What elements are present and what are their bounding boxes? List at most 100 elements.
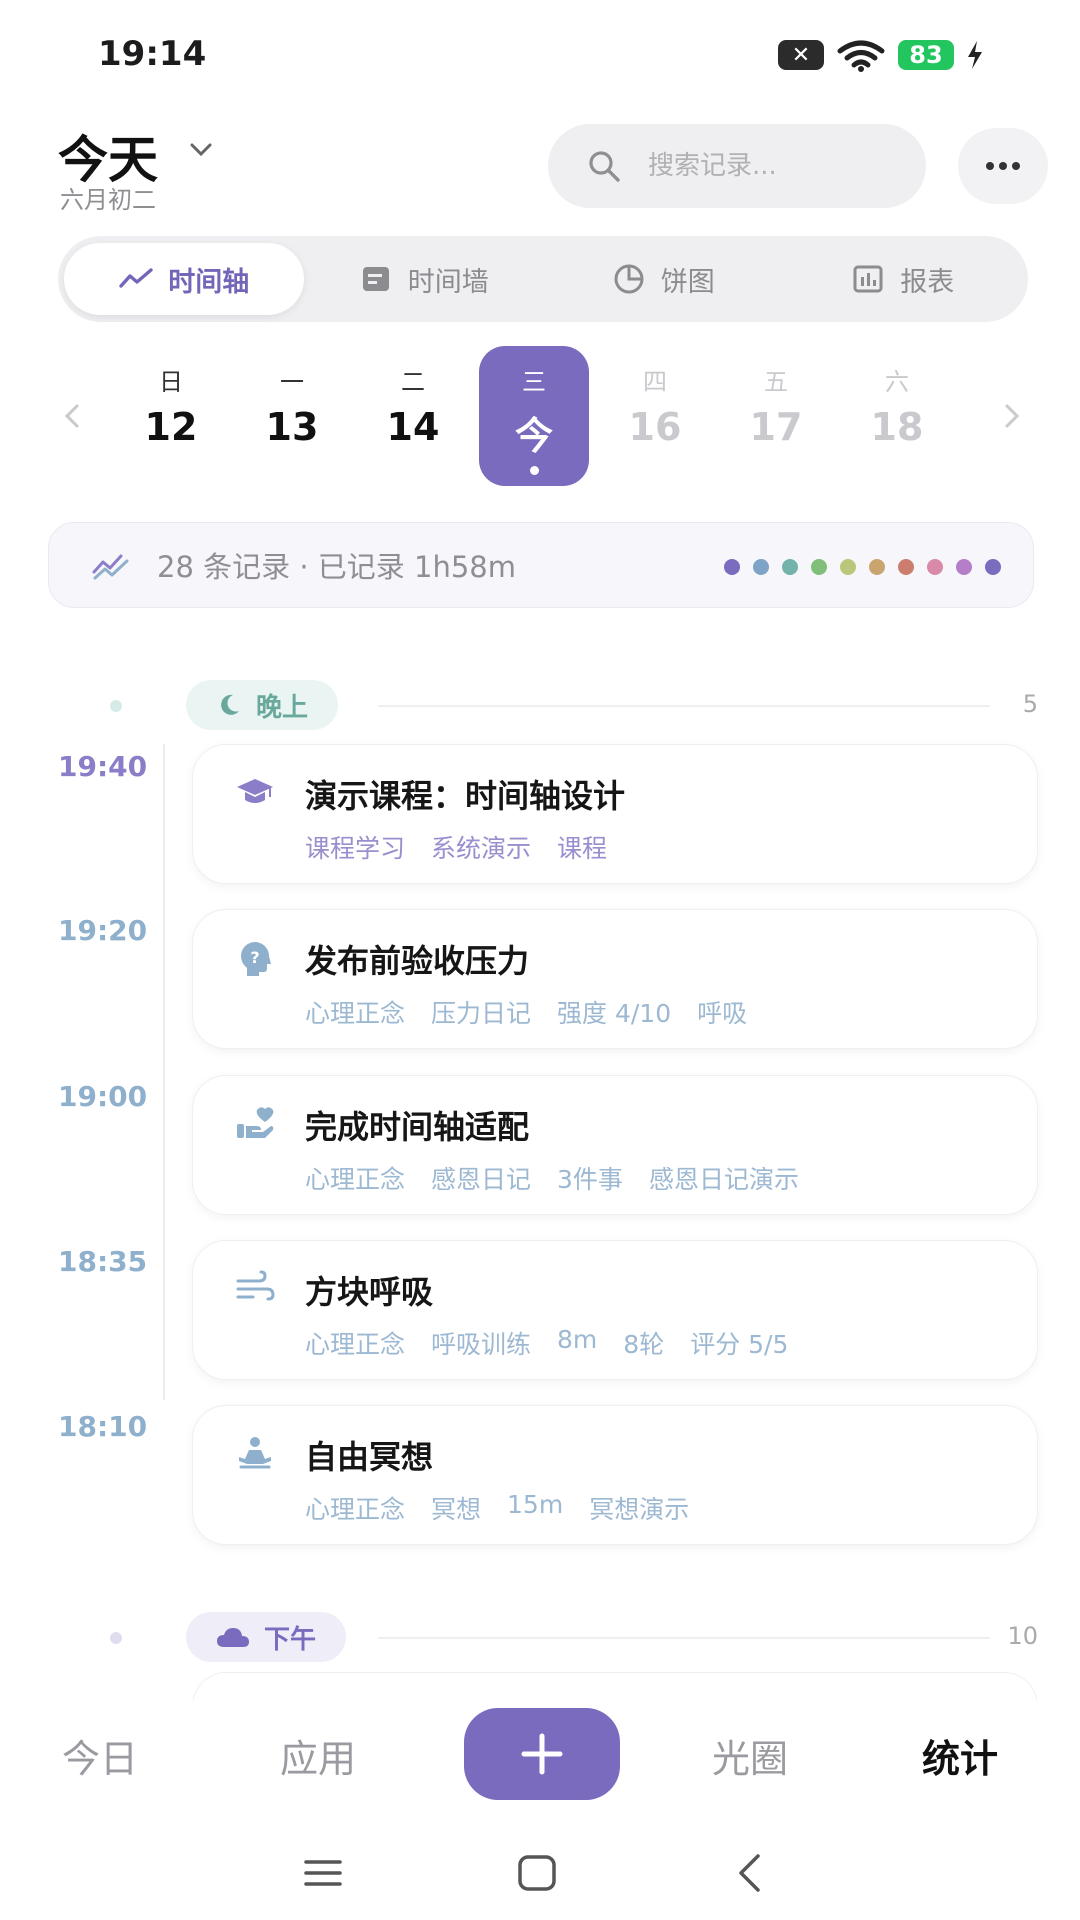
- tag: 心理正念: [305, 1165, 406, 1194]
- notification-x-icon: ✕: [778, 40, 824, 70]
- category-dot: [811, 559, 827, 575]
- day-monday[interactable]: 一 13: [237, 346, 347, 486]
- summary-text: 28 条记录 · 已记录 1h58m: [157, 550, 516, 584]
- plus-icon: [521, 1733, 563, 1775]
- day-of-week: 一: [280, 368, 304, 396]
- section-label: 下午: [264, 1624, 317, 1655]
- chevron-down-icon[interactable]: [188, 136, 214, 162]
- more-button[interactable]: [958, 128, 1048, 204]
- home-icon[interactable]: [512, 1848, 562, 1898]
- entry-tags: 课程学习 系统演示 课程: [305, 829, 607, 865]
- day-thursday[interactable]: 四 16: [600, 346, 710, 486]
- category-dot: [956, 559, 972, 575]
- day-tuesday[interactable]: 二 14: [358, 346, 468, 486]
- tag: 冥想演示: [589, 1495, 690, 1524]
- day-saturday[interactable]: 六 18: [842, 346, 952, 486]
- charging-icon: [968, 41, 982, 69]
- timeline-line: [163, 744, 165, 1400]
- today-dot: [529, 466, 539, 475]
- tag: 感恩日记: [431, 1165, 532, 1194]
- day-of-week: 四: [643, 368, 667, 396]
- tag: 8m: [557, 1325, 598, 1354]
- day-of-week: 六: [885, 368, 909, 396]
- wind-icon: [236, 1270, 275, 1301]
- bottom-nav: 今日 应用 光圈 统计: [0, 1700, 1080, 1810]
- entry-title: 自由冥想: [305, 1438, 434, 1476]
- search-bar[interactable]: [548, 124, 926, 208]
- tag: 系统演示: [431, 834, 532, 863]
- nav-today[interactable]: 今日: [62, 1728, 138, 1783]
- view-tabs: 时间轴 时间墙 饼图 报表: [58, 236, 1028, 322]
- back-icon[interactable]: [726, 1848, 776, 1898]
- day-number: 18: [870, 405, 924, 449]
- nav-apps[interactable]: 应用: [280, 1728, 356, 1783]
- tab-report[interactable]: 报表: [783, 243, 1023, 315]
- entry-time: 19:20: [58, 914, 148, 947]
- divider: [378, 1637, 990, 1639]
- category-dot: [782, 559, 798, 575]
- battery-level: 83: [909, 41, 943, 69]
- svg-text:?: ?: [250, 948, 259, 967]
- summary-bar: 28 条记录 · 已记录 1h58m: [48, 522, 1034, 608]
- timeline-screen: 19:14 ✕ 83 今天 六月初二 时间轴 时间墙 饼图: [0, 0, 1080, 1920]
- tag: 心理正念: [305, 1330, 406, 1359]
- tag: 心理正念: [305, 1495, 406, 1524]
- entry-time: 19:00: [58, 1080, 148, 1113]
- tab-label: 饼图: [660, 266, 715, 298]
- entry-time: 19:40: [58, 750, 148, 783]
- section-evening-pill[interactable]: 晚上: [186, 680, 339, 730]
- bar-report-icon: [853, 265, 883, 293]
- day-of-week: 三: [522, 368, 546, 396]
- entry-tags: 心理正念 压力日记 强度 4/10 呼吸: [305, 994, 747, 1030]
- tab-label: 报表: [900, 266, 955, 298]
- day-wednesday-today[interactable]: 三今: [479, 346, 589, 486]
- chevron-right-icon[interactable]: [998, 396, 1026, 436]
- system-nav-bar: [0, 1830, 1080, 1920]
- more-dots-icon: [986, 162, 1020, 170]
- entry-card[interactable]: ? 发布前验收压力 心理正念 压力日记 强度 4/10 呼吸: [192, 909, 1038, 1049]
- day-number: 今: [514, 414, 553, 458]
- day-friday[interactable]: 五 17: [721, 346, 831, 486]
- entry-tags: 心理正念 感恩日记 3件事 感恩日记演示: [305, 1160, 799, 1196]
- day-of-week: 五: [764, 368, 788, 396]
- notes-icon: [362, 267, 389, 291]
- menu-icon[interactable]: [298, 1848, 348, 1898]
- add-record-button[interactable]: [464, 1708, 620, 1800]
- tag: 评分 5/5: [690, 1330, 789, 1359]
- section-count: 10: [1007, 1622, 1038, 1650]
- tag: 8轮: [623, 1330, 665, 1359]
- tag: 感恩日记演示: [648, 1165, 799, 1194]
- tag: 3件事: [557, 1165, 623, 1194]
- search-input[interactable]: [648, 151, 908, 181]
- entry-title: 完成时间轴适配: [305, 1108, 530, 1146]
- tab-timeline[interactable]: 时间轴: [64, 243, 304, 315]
- tag: 15m: [507, 1490, 564, 1519]
- section-count: 5: [1022, 690, 1038, 718]
- chevron-left-icon[interactable]: [58, 396, 86, 436]
- entry-card[interactable]: 方块呼吸 心理正念 呼吸训练 8m 8轮 评分 5/5: [192, 1240, 1038, 1380]
- day-number: 12: [144, 405, 198, 449]
- entry-card[interactable]: 自由冥想 心理正念 冥想 15m 冥想演示: [192, 1405, 1038, 1545]
- tag: 呼吸训练: [431, 1330, 532, 1359]
- section-afternoon-pill[interactable]: 下午: [186, 1612, 347, 1662]
- tab-time-wall[interactable]: 时间墙: [304, 243, 544, 315]
- hand-heart-icon: [237, 1107, 274, 1138]
- lunar-date: 六月初二: [60, 186, 156, 214]
- meditation-icon: [239, 1437, 271, 1469]
- entry-tags: 心理正念 呼吸训练 8m 8轮 评分 5/5: [305, 1325, 788, 1361]
- tag: 冥想: [431, 1495, 482, 1524]
- entry-tags: 心理正念 冥想 15m 冥想演示: [305, 1490, 689, 1526]
- nav-stats[interactable]: 统计: [922, 1728, 998, 1783]
- tag: 呼吸: [697, 999, 748, 1028]
- tab-pie-chart[interactable]: 饼图: [543, 243, 783, 315]
- entry-card[interactable]: 演示课程：时间轴设计 课程学习 系统演示 课程: [192, 744, 1038, 884]
- nav-aperture[interactable]: 光圈: [712, 1728, 788, 1783]
- tab-label: 时间墙: [407, 266, 489, 298]
- moon-icon: [221, 694, 239, 715]
- tag: 强度 4/10: [557, 999, 672, 1028]
- day-sunday[interactable]: 日 12: [116, 346, 226, 486]
- day-number: 16: [628, 405, 682, 449]
- tag: 压力日记: [431, 999, 532, 1028]
- entry-title: 发布前验收压力: [305, 942, 530, 980]
- entry-card[interactable]: 完成时间轴适配 心理正念 感恩日记 3件事 感恩日记演示: [192, 1075, 1038, 1215]
